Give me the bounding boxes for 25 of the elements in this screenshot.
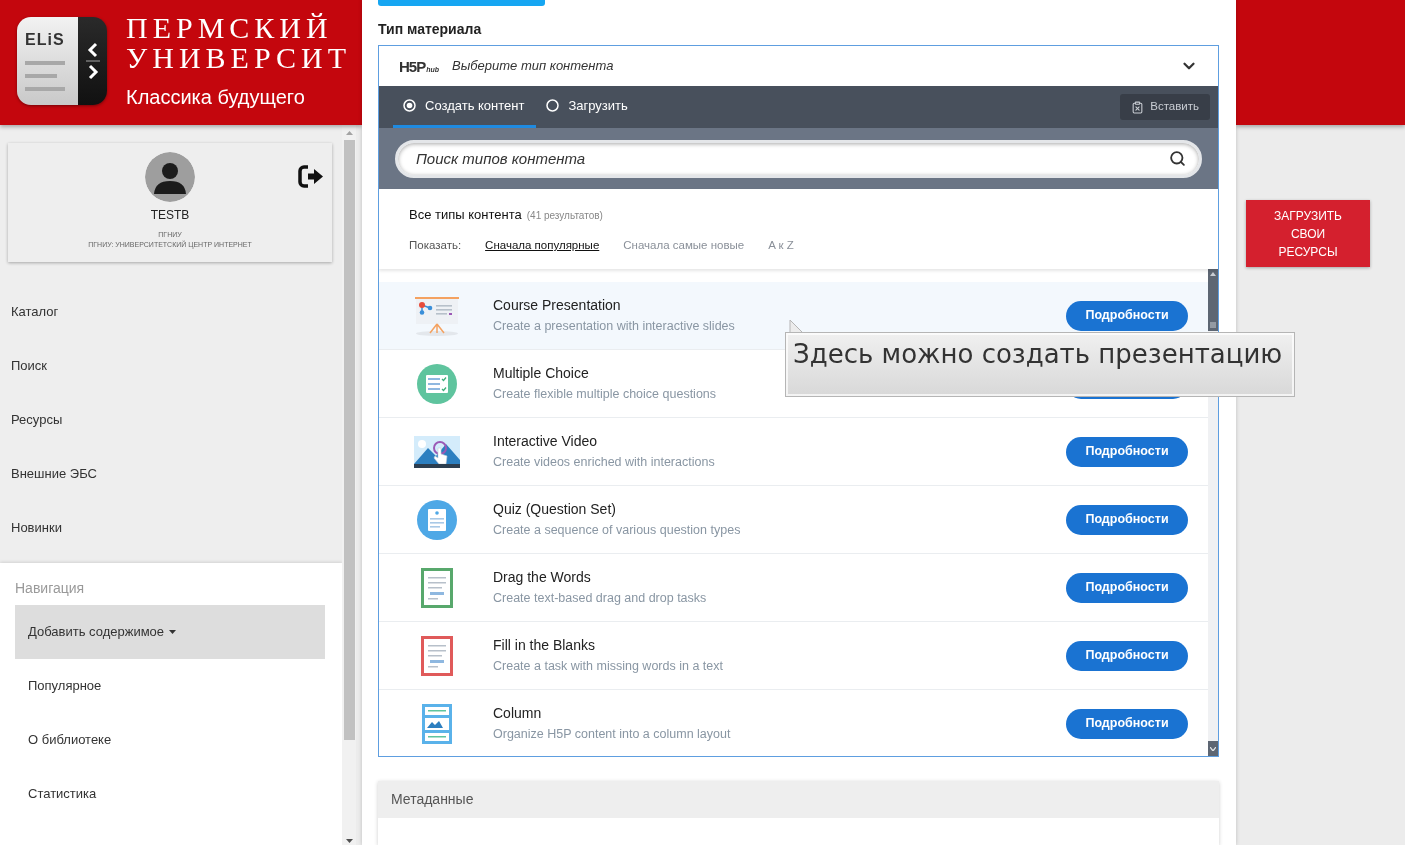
content-type-title: Course Presentation — [493, 296, 621, 314]
logo-text: ELiS — [25, 31, 65, 49]
section-title: Навигация — [15, 579, 85, 597]
content-type-description: Create a sequence of various question types — [493, 522, 741, 539]
content-type-title: Drag the Words — [493, 568, 591, 586]
content-type-description: Create text-based drag and drop tasks — [493, 590, 707, 607]
content-type-description: Create a task with missing words in a text — [493, 658, 723, 675]
content-type-description: Create a presentation with interactive slides — [493, 318, 735, 335]
results-count: (41 результатов) — [526, 209, 603, 223]
content-type-title: Interactive Video — [493, 432, 598, 450]
selector-title: Выберите тип контента — [452, 57, 614, 76]
sort-label: Показать: — [409, 238, 462, 253]
content-type-title: Fill in the Blanks — [493, 636, 595, 654]
content-type-description: Organize H5P content into a column layout — [493, 726, 731, 743]
content-type-description: Create videos enriched with interactions — [493, 454, 715, 471]
content-type-description: Create flexible multiple choice questions — [493, 386, 717, 403]
user-name: TESTB — [150, 208, 190, 222]
content-type-title: Multiple Choice — [493, 364, 589, 382]
tooltip: Здесь можно создать презентацию — [785, 332, 1295, 397]
content-type-title: Quiz (Question Set) — [493, 500, 616, 518]
tagline: Классика будущего — [126, 85, 305, 109]
content-type-title: Column — [493, 704, 542, 722]
university-name: ПЕРМСКИЙ УНИВЕРСИТ — [126, 13, 351, 73]
results-title: Все типы контента — [409, 206, 522, 224]
field-label: Тип материала — [378, 20, 482, 38]
